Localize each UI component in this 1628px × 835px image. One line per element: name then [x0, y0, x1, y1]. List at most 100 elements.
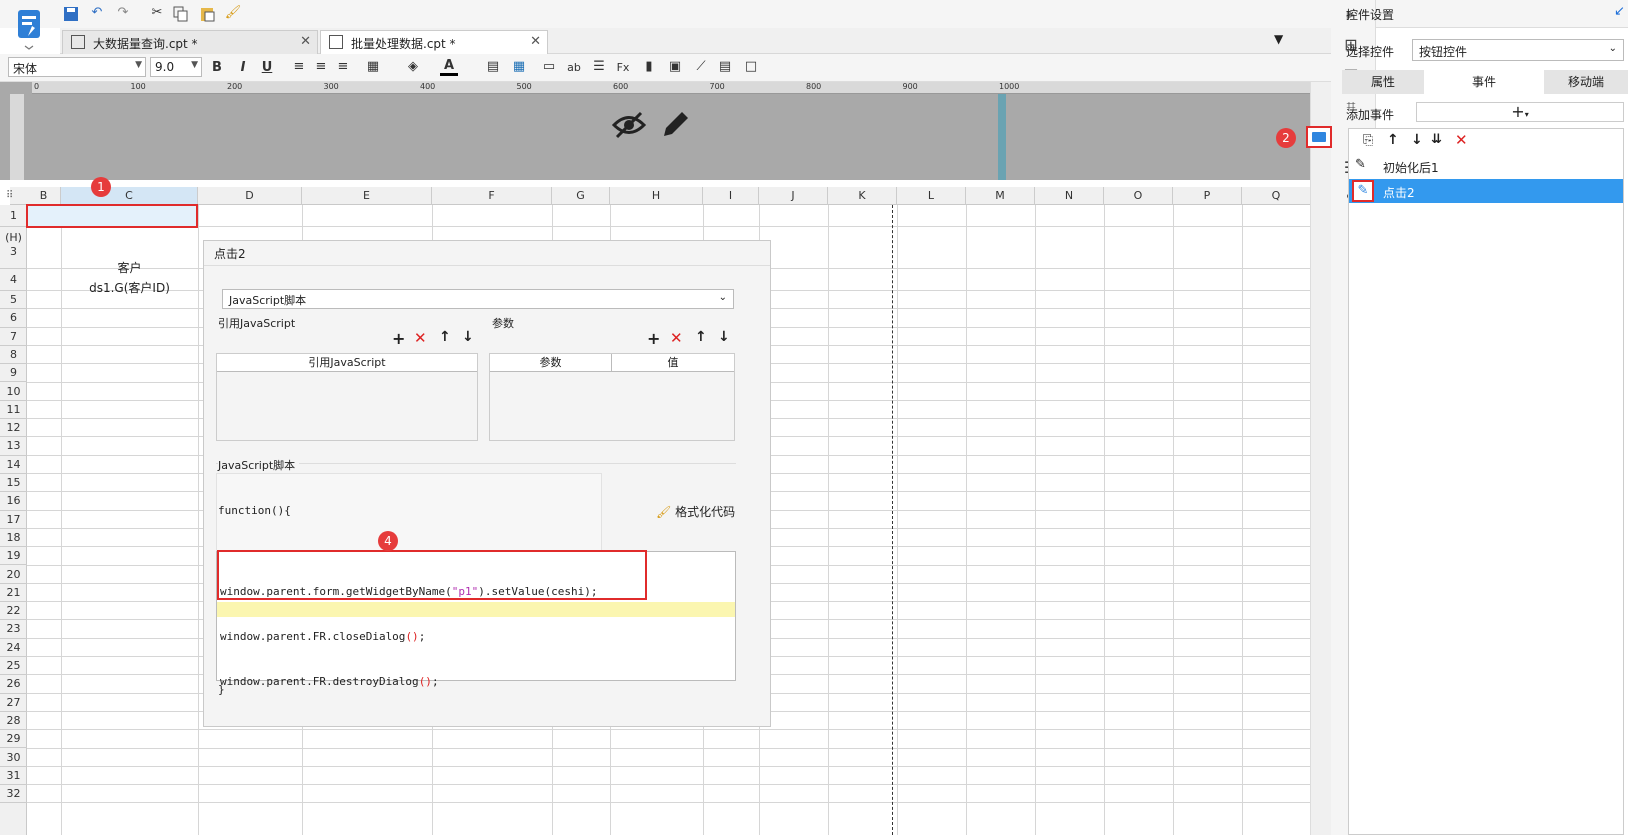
row-header[interactable]: 13 — [0, 437, 27, 456]
row-header[interactable]: 22 — [0, 602, 27, 621]
bold-icon[interactable]: B — [208, 60, 226, 76]
column-header-c[interactable]: C — [61, 187, 198, 205]
format-painter-icon[interactable]: 🖌 — [224, 5, 242, 21]
close-icon[interactable]: ✕ — [530, 34, 541, 49]
row-header[interactable]: 26 — [0, 675, 27, 694]
row-header[interactable]: 8 — [0, 346, 27, 365]
add-event-button[interactable]: +▾ — [1416, 102, 1624, 122]
column-header-j[interactable]: J — [759, 187, 828, 205]
delete-ref-icon[interactable]: ✕ — [414, 329, 427, 347]
row-header[interactable]: 25 — [0, 657, 27, 676]
row-header[interactable]: 18 — [0, 529, 27, 548]
app-logo[interactable] — [8, 6, 50, 52]
table-icon[interactable]: ▦ — [510, 59, 528, 75]
chart-icon[interactable]: ▮ — [640, 59, 658, 75]
cell-border-icon[interactable]: □ — [742, 59, 760, 75]
tab-events[interactable]: 事件 — [1424, 70, 1544, 94]
align-left-icon[interactable]: ≡ — [290, 59, 308, 75]
cell-customer-header[interactable]: 客户 — [61, 257, 198, 279]
row-header[interactable]: 29 — [0, 730, 27, 749]
move-down-icon[interactable]: ↓ — [718, 329, 730, 345]
script-type-select[interactable]: JavaScript脚本 ⌄ — [222, 289, 734, 309]
row-header[interactable]: 21 — [0, 584, 27, 603]
widget-settings-icon[interactable] — [1306, 126, 1332, 148]
cut-icon[interactable]: ✂ — [148, 5, 166, 21]
tab-menu-icon[interactable]: ▼ — [1274, 32, 1283, 46]
move-up-icon[interactable]: ↑ — [439, 329, 451, 345]
move-down-icon[interactable]: ↓ — [462, 329, 474, 345]
align-center-icon[interactable]: ≡ — [312, 59, 330, 75]
row-header[interactable]: 31 — [0, 767, 27, 786]
border-icon[interactable]: ▦ — [364, 59, 382, 75]
row-header[interactable]: 24 — [0, 639, 27, 657]
row-header[interactable]: 7 — [0, 328, 27, 346]
merge-cell-icon[interactable]: ▤ — [484, 59, 502, 75]
params-table[interactable]: 参数 值 — [489, 353, 735, 441]
redo-icon[interactable]: ↷ — [114, 5, 132, 21]
cell-customer-value[interactable]: ds1.G(客户ID) — [61, 279, 198, 297]
column-header-b[interactable]: B — [27, 187, 61, 205]
move-down-icon[interactable]: ↓ — [1411, 132, 1423, 148]
text-box-icon[interactable]: ▭ — [540, 59, 558, 75]
row-header[interactable]: 12 — [0, 419, 27, 438]
sub-report-icon[interactable]: ▤ — [716, 59, 734, 75]
tab-mobile[interactable]: 移动端 — [1544, 70, 1628, 94]
row-header[interactable]: 16 — [0, 492, 27, 511]
row-header[interactable]: 27 — [0, 694, 27, 712]
expand-icon[interactable]: ↙ — [1614, 4, 1625, 19]
paste-icon[interactable] — [198, 6, 216, 27]
row-header[interactable]: 9 — [0, 364, 27, 383]
column-header-i[interactable]: I — [703, 187, 759, 205]
edit-pencil-icon[interactable] — [660, 108, 692, 143]
row-header[interactable]: 1 (H) — [0, 205, 27, 244]
eye-hidden-icon[interactable] — [611, 110, 647, 143]
move-up-icon[interactable]: ↑ — [1387, 132, 1399, 148]
column-header-h[interactable]: H — [610, 187, 703, 205]
column-header-f[interactable]: F — [432, 187, 552, 205]
row-header[interactable]: 10 — [0, 383, 27, 401]
row-header[interactable]: 3 — [0, 235, 27, 269]
save-icon[interactable] — [62, 6, 80, 27]
slash-icon[interactable]: ⟋ — [692, 59, 710, 75]
copy-event-icon[interactable]: ⎘ — [1363, 133, 1373, 148]
add-param-icon[interactable]: + — [647, 329, 660, 348]
font-family-select[interactable]: 宋体 ▼ — [8, 57, 146, 77]
row-header[interactable]: 19 — [0, 547, 27, 566]
rich-text-icon[interactable]: ☰ — [590, 59, 608, 75]
delete-event-icon[interactable]: ✕ — [1455, 131, 1468, 149]
delete-param-icon[interactable]: ✕ — [670, 329, 683, 347]
undo-icon[interactable]: ↶ — [88, 5, 106, 21]
copy-icon[interactable] — [172, 6, 190, 27]
row-header[interactable]: 20 — [0, 566, 27, 584]
row-header[interactable]: 6 — [0, 309, 27, 328]
row-header[interactable]: 23 — [0, 620, 27, 639]
text-icon[interactable]: ab — [565, 60, 583, 76]
row-header[interactable]: 30 — [0, 749, 27, 767]
fill-color-icon[interactable]: ◈ — [404, 59, 422, 75]
row-header[interactable]: 14 — [0, 456, 27, 474]
font-size-select[interactable]: 9.0 ▼ — [150, 57, 202, 77]
underline-icon[interactable]: U — [258, 60, 276, 76]
row-header[interactable]: 15 — [0, 474, 27, 493]
widget-type-select[interactable]: 按钮控件 ⌄ — [1412, 39, 1624, 61]
move-bottom-icon[interactable]: ⇊ — [1431, 132, 1442, 147]
column-header-q[interactable]: Q — [1242, 187, 1311, 205]
row-header[interactable]: 4 — [0, 269, 27, 291]
row-header[interactable]: 5 — [0, 291, 27, 310]
event-item[interactable]: ✎ 初始化后1 — [1349, 154, 1623, 178]
add-ref-icon[interactable]: + — [392, 329, 405, 348]
format-code-button[interactable]: 🖌 格式化代码 — [656, 503, 735, 520]
column-header-g[interactable]: G — [552, 187, 610, 205]
italic-icon[interactable]: I — [234, 60, 252, 76]
image-icon[interactable]: ▣ — [666, 59, 684, 75]
column-header-e[interactable]: E — [302, 187, 432, 205]
row-header[interactable]: 28 — [0, 712, 27, 731]
event-item-selected[interactable]: ✎ 点击2 — [1349, 179, 1623, 203]
select-all-icon[interactable]: ⠿ — [6, 190, 13, 201]
column-header-p[interactable]: P — [1173, 187, 1242, 205]
tab-batch-data[interactable]: 批量处理数据.cpt * ✕ — [320, 30, 548, 54]
column-header-d[interactable]: D — [198, 187, 302, 205]
align-right-icon[interactable]: ≡ — [334, 59, 352, 75]
column-header-k[interactable]: K — [828, 187, 897, 205]
ref-js-table[interactable]: 引用JavaScript — [216, 353, 478, 441]
